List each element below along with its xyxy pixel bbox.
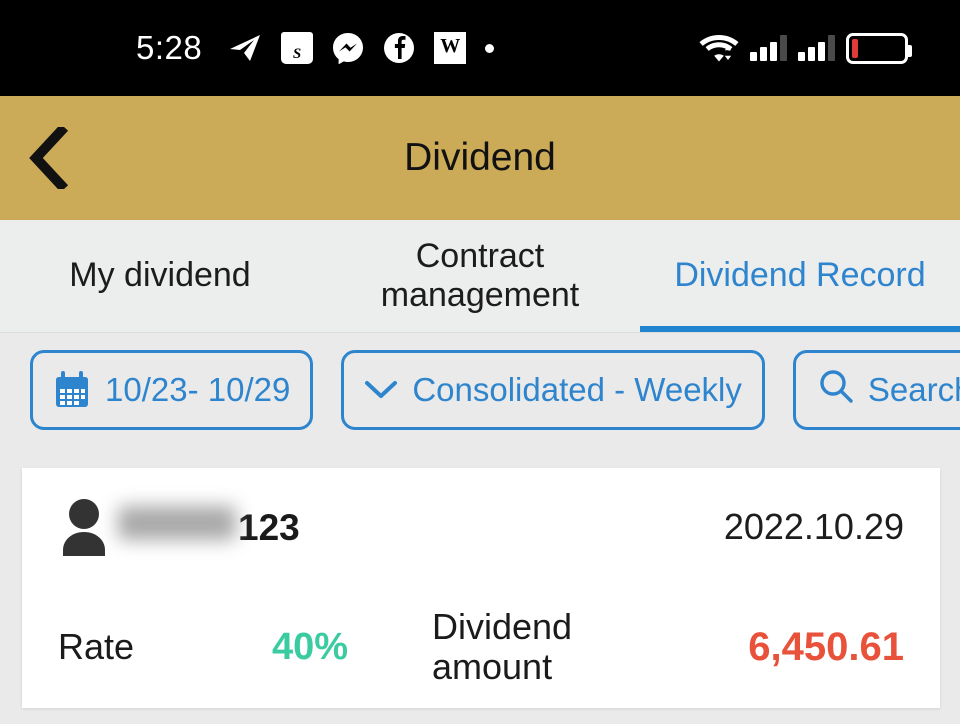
status-system-icons — [699, 32, 912, 64]
telegram-icon — [228, 33, 262, 63]
wifi-icon — [699, 33, 739, 63]
search-label: Search — [867, 370, 960, 408]
search-button[interactable]: Search — [792, 349, 960, 430]
period-label: Consolidated - Weekly — [412, 370, 742, 408]
username-visible-part: 123 — [238, 506, 300, 548]
avatar — [58, 498, 110, 556]
status-clock: 5:28 — [136, 29, 203, 66]
back-button[interactable] — [0, 96, 96, 220]
calendar-icon — [53, 370, 91, 409]
chevron-left-icon — [29, 127, 69, 189]
app-header: Dividend — [0, 96, 960, 220]
chevron-down-icon — [364, 371, 398, 409]
status-bar: 5:28 S W — [0, 0, 960, 96]
record-username: 123 — [118, 505, 300, 549]
signal-sim2-icon — [798, 35, 835, 61]
tab-dividend-record[interactable]: Dividend Record — [640, 220, 960, 332]
svg-text:S: S — [293, 46, 301, 62]
facebook-icon — [383, 32, 415, 64]
page-title: Dividend — [404, 136, 556, 179]
dividend-amount-label-line1: Dividend — [432, 605, 573, 647]
mobile-screen: 5:28 S W Dividend My dividend Contract m… — [0, 0, 960, 724]
redacted-username-part — [118, 505, 236, 540]
search-icon — [818, 368, 854, 412]
dividend-amount-label: Dividend amount — [432, 605, 652, 688]
tab-label-line2: management — [380, 276, 580, 314]
tab-bar: My dividend Contract management Dividend… — [0, 220, 960, 333]
period-filter[interactable]: Consolidated - Weekly — [341, 349, 765, 430]
filter-bar: 10/23- 10/29 Consolidated - Weekly Searc… — [0, 333, 960, 446]
signal-sim1-icon — [750, 35, 787, 61]
dividend-record-card[interactable]: 123 2022.10.29 Rate 40% Dividend amount … — [22, 468, 940, 708]
date-range-label: 10/23- 10/29 — [105, 370, 291, 408]
date-range-filter[interactable]: 10/23- 10/29 — [30, 349, 314, 430]
record-date: 2022.10.29 — [723, 506, 904, 547]
rate-label: Rate — [58, 626, 135, 668]
tab-contract-management[interactable]: Contract management — [320, 220, 640, 332]
shopee-icon: S — [281, 32, 314, 64]
wikipedia-icon: W — [434, 32, 467, 64]
record-header-row: 123 2022.10.29 — [58, 468, 904, 586]
dividend-amount-label-line2: amount — [432, 646, 553, 687]
tab-label-line1: Contract — [415, 236, 545, 275]
tab-label: My dividend — [69, 256, 251, 295]
dividend-amount-value: 6,450.61 — [748, 624, 904, 669]
tab-label: Contract management — [381, 237, 579, 315]
more-notifications-icon — [485, 43, 495, 53]
battery-low-icon — [846, 32, 912, 64]
status-notification-icons: S W — [228, 32, 495, 64]
record-detail-row: Rate 40% Dividend amount 6,450.61 — [58, 586, 904, 708]
messenger-icon — [332, 32, 364, 64]
tab-label: Dividend Record — [674, 256, 926, 295]
tab-my-dividend[interactable]: My dividend — [0, 220, 320, 332]
rate-value: 40% — [272, 625, 349, 668]
